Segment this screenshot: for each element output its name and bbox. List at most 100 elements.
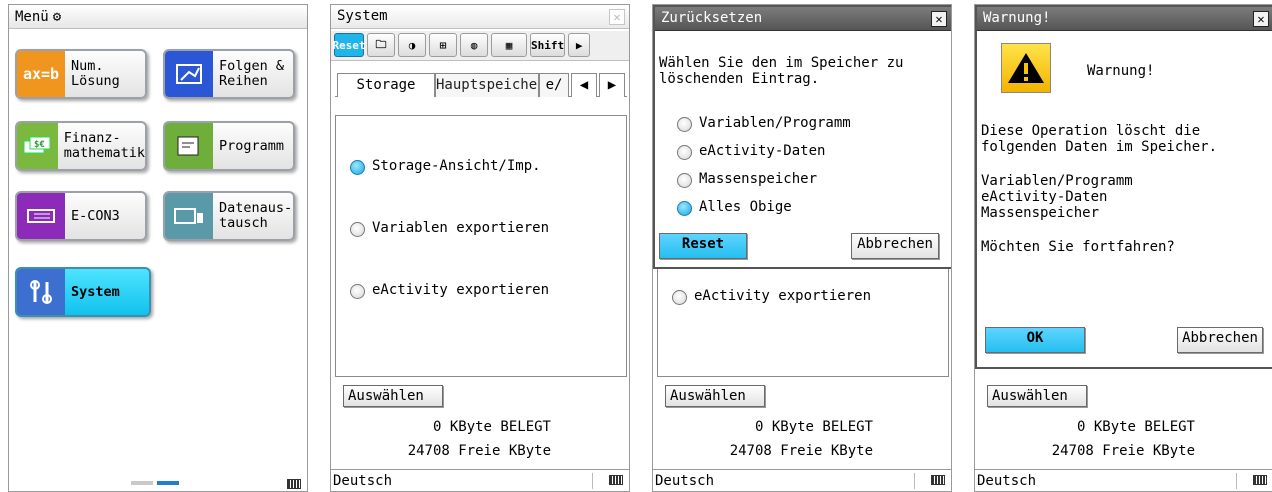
gear-icon[interactable]: ⚙ bbox=[53, 9, 61, 25]
system-tools-icon bbox=[17, 269, 65, 315]
language-label: Deutsch bbox=[333, 473, 393, 489]
item-variablen-programm: Variablen/Programm bbox=[981, 173, 1133, 189]
radio-eactivity-exportieren bbox=[672, 290, 687, 305]
econ-device-icon bbox=[17, 193, 65, 239]
status-bar: Deutsch bbox=[975, 469, 1272, 491]
option-label: Variablen/Programm bbox=[699, 115, 851, 131]
keyboard-icon[interactable]: ▦ bbox=[491, 33, 527, 57]
close-icon[interactable]: ✕ bbox=[1253, 11, 1269, 27]
app-label: Num. Lösung bbox=[71, 58, 120, 89]
window-title: System bbox=[337, 8, 388, 24]
used-kbyte: 0 KByte BELEGT bbox=[432, 419, 551, 435]
item-massenspeicher: Massenspeicher bbox=[981, 205, 1100, 221]
system-screen: System ✕ Reset 🗀 ◑ ⊞ ◍ ▦ Shift ▶ Storage… bbox=[330, 4, 630, 492]
menu-screen: Menü ⚙ ax=b Num. Lösung Folgen & Reihen … bbox=[8, 4, 308, 492]
warning-dialog: Warnung! ✕ Warnung! Diese Operation lösc… bbox=[975, 5, 1272, 369]
dialog-prompt: Wählen Sie den im Speicher zu löschenden… bbox=[659, 55, 904, 87]
auswaehlen-button[interactable]: Auswählen bbox=[343, 385, 443, 407]
program-icon bbox=[165, 123, 213, 169]
free-kbyte: 24708 Freie KByte bbox=[1051, 443, 1195, 459]
app-label: Datenaus- tausch bbox=[219, 200, 293, 231]
data-transfer-icon bbox=[165, 193, 213, 239]
tab-scroll-right[interactable]: ▶ bbox=[599, 73, 625, 97]
option-label: Storage-Ansicht/Imp. bbox=[372, 158, 541, 174]
radio-variablen-programm[interactable] bbox=[677, 117, 692, 132]
tab-storage[interactable]: Storage bbox=[337, 73, 435, 97]
dialog-title-bar: Zurücksetzen ✕ bbox=[655, 7, 951, 31]
radio-alles-obige[interactable] bbox=[677, 201, 692, 216]
divider bbox=[1236, 473, 1237, 489]
battery-icon bbox=[931, 475, 945, 485]
auswaehlen-button: Auswählen bbox=[665, 385, 765, 407]
option-label: eActivity-Daten bbox=[699, 143, 826, 159]
ok-button[interactable]: OK bbox=[985, 327, 1085, 353]
equation-icon: ax=b bbox=[17, 51, 65, 97]
battery-setting-icon[interactable]: ⊞ bbox=[429, 33, 457, 57]
app-label: E-CON3 bbox=[71, 207, 120, 224]
app-folgen-reihen[interactable]: Folgen & Reihen bbox=[163, 49, 295, 99]
divider bbox=[592, 473, 593, 489]
tab-scroll-left[interactable]: ◀ bbox=[571, 73, 597, 97]
battery-icon bbox=[609, 475, 623, 485]
reset-button[interactable]: Reset bbox=[332, 33, 366, 57]
contrast-icon[interactable]: ◑ bbox=[398, 33, 426, 57]
page-dot bbox=[131, 481, 153, 485]
option-label: eActivity exportieren bbox=[372, 282, 550, 298]
status-bar: Deutsch bbox=[653, 469, 951, 491]
app-label: System bbox=[71, 283, 120, 300]
battery-icon bbox=[287, 479, 301, 489]
radio-variablen-exportieren[interactable] bbox=[350, 222, 365, 237]
warning-question: Möchten Sie fortfahren? bbox=[981, 239, 1175, 255]
free-kbyte: 24708 Freie KByte bbox=[729, 443, 873, 459]
menu-title-bar[interactable]: Menü ⚙ bbox=[9, 5, 307, 29]
status-bar: Deutsch bbox=[331, 469, 629, 491]
app-econ3[interactable]: E-CON3 bbox=[15, 191, 147, 241]
toolbar-next-icon[interactable]: ▶ bbox=[568, 33, 591, 57]
tab-hauptspeicher[interactable]: Hauptspeicher bbox=[435, 73, 546, 97]
free-kbyte: 24708 Freie KByte bbox=[407, 443, 551, 459]
app-finanzmathematik[interactable]: $€ Finanz- mathematik bbox=[15, 121, 147, 171]
app-system[interactable]: System bbox=[15, 267, 151, 317]
storage-options-panel: Storage-Ansicht/Imp. Variablen exportier… bbox=[335, 115, 627, 377]
tab-e-truncated[interactable]: e/ bbox=[539, 73, 569, 97]
item-eactivity-daten: eActivity-Daten bbox=[981, 189, 1108, 205]
file-icon[interactable]: 🗀 bbox=[367, 33, 395, 57]
app-programm[interactable]: Programm bbox=[163, 121, 295, 171]
warning-icon bbox=[1001, 43, 1051, 93]
sequence-graph-icon bbox=[165, 51, 213, 97]
cancel-button[interactable]: Abbrechen bbox=[851, 233, 939, 259]
option-label: Massenspeicher bbox=[699, 171, 818, 187]
option-label: Variablen exportieren bbox=[372, 220, 550, 236]
globe-icon[interactable]: ◍ bbox=[460, 33, 488, 57]
background-panel: eActivity exportieren bbox=[657, 267, 949, 377]
language-label: Deutsch bbox=[977, 473, 1037, 489]
close-icon[interactable]: ✕ bbox=[931, 11, 947, 27]
cancel-button[interactable]: Abbrechen bbox=[1177, 327, 1263, 353]
dialog-title: Zurücksetzen bbox=[661, 10, 763, 26]
warning-screen: Auswählen 0 KByte BELEGT 24708 Freie KBy… bbox=[974, 4, 1272, 492]
used-kbyte: 0 KByte BELEGT bbox=[754, 419, 873, 435]
reset-button[interactable]: Reset bbox=[659, 233, 747, 259]
used-kbyte: 0 KByte BELEGT bbox=[1076, 419, 1195, 435]
radio-storage-ansicht[interactable] bbox=[350, 160, 365, 175]
radio-eactivity-exportieren[interactable] bbox=[350, 284, 365, 299]
radio-massenspeicher[interactable] bbox=[677, 173, 692, 188]
app-label: Programm bbox=[219, 137, 285, 154]
shift-button[interactable]: Shift bbox=[530, 33, 566, 57]
option-label: eActivity exportieren bbox=[694, 288, 872, 304]
tab-bar: Storage Hauptspeicher e/ ◀ ▶ bbox=[335, 69, 627, 97]
close-icon[interactable]: ✕ bbox=[609, 9, 625, 25]
radio-eactivity-daten[interactable] bbox=[677, 145, 692, 160]
page-indicator[interactable] bbox=[131, 481, 183, 487]
toolbar: Reset 🗀 ◑ ⊞ ◍ ▦ Shift ▶ bbox=[331, 31, 629, 61]
app-datenaustausch[interactable]: Datenaus- tausch bbox=[163, 191, 295, 241]
reset-dialog: Zurücksetzen ✕ Wählen Sie den im Speiche… bbox=[653, 5, 951, 269]
app-label: Finanz- mathematik bbox=[63, 130, 145, 161]
battery-icon bbox=[1253, 475, 1267, 485]
svg-text:$€: $€ bbox=[34, 140, 45, 150]
warning-message: Diese Operation löscht die folgenden Dat… bbox=[981, 123, 1218, 155]
warning-heading: Warnung! bbox=[1087, 63, 1155, 79]
menu-title: Menü bbox=[15, 8, 49, 25]
dialog-title-bar: Warnung! ✕ bbox=[977, 7, 1272, 31]
app-num-loesung[interactable]: ax=b Num. Lösung bbox=[15, 49, 147, 99]
